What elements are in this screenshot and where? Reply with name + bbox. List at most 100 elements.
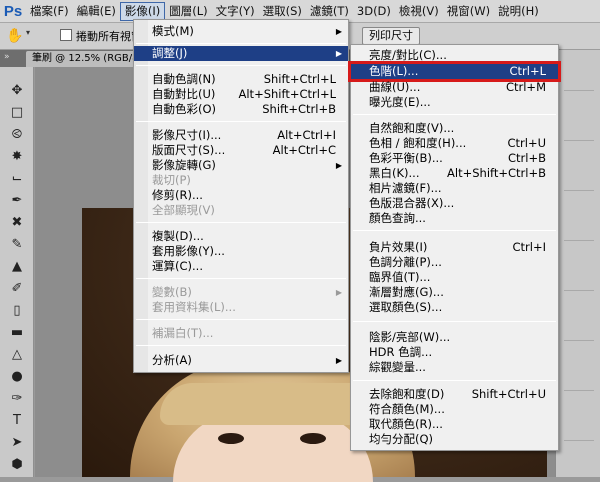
menu-item-label: 取代顏色(R)... bbox=[369, 417, 443, 431]
menu-item-color-balance[interactable]: 色彩平衡(B)... Ctrl+B bbox=[351, 151, 558, 166]
clone-stamp-tool-icon[interactable]: ▲ bbox=[6, 257, 28, 277]
menu-item-levels[interactable]: 色階(L)... Ctrl+L bbox=[348, 61, 561, 82]
menu-separator bbox=[353, 230, 556, 231]
menu-item-label: 臨界值(T)... bbox=[369, 270, 431, 284]
menu-item-vibrance[interactable]: 自然飽和度(V)... bbox=[351, 121, 558, 136]
menu-help[interactable]: 說明(H) bbox=[494, 2, 543, 21]
menu-item-label: 運算(C)... bbox=[152, 259, 203, 273]
crop-tool-icon[interactable]: ⌙ bbox=[6, 169, 28, 189]
menu-item-label: 綜觀變量... bbox=[369, 360, 426, 374]
menu-item-analysis[interactable]: 分析(A) ▶ bbox=[134, 353, 348, 368]
menu-item-auto-tone[interactable]: 自動色調(N) Shift+Ctrl+L bbox=[134, 72, 348, 87]
submenu-arrow-icon: ▶ bbox=[335, 161, 342, 170]
menu-item-duplicate[interactable]: 複製(D)... bbox=[134, 229, 348, 244]
type-tool-icon[interactable]: T bbox=[6, 411, 28, 431]
menu-item-label: 負片效果(I) bbox=[369, 240, 428, 254]
menu-item-replace-color[interactable]: 取代顏色(R)... bbox=[351, 417, 558, 432]
menu-item-label: 色版混合器(X)... bbox=[369, 196, 455, 210]
menu-item-equalize[interactable]: 均勻分配(Q) bbox=[351, 432, 558, 447]
eraser-tool-icon[interactable]: ▯ bbox=[6, 301, 28, 321]
menu-separator bbox=[136, 65, 346, 66]
scroll-all-windows-checkbox[interactable] bbox=[60, 29, 72, 41]
menu-item-image-rotation[interactable]: 影像旋轉(G) ▶ bbox=[134, 158, 348, 173]
menu-item-label: 陰影/亮部(W)... bbox=[369, 330, 451, 344]
menu-item-label: 套用影像(Y)... bbox=[152, 244, 225, 258]
menu-item-black-white[interactable]: 黑白(K)... Alt+Shift+Ctrl+B bbox=[351, 166, 558, 181]
menu-separator bbox=[136, 345, 346, 346]
menu-item-adjustments[interactable]: 調整(J) ▶ bbox=[134, 46, 348, 61]
menu-item-apply-data-set: 套用資料集(L)... bbox=[134, 300, 348, 315]
menu-item-variations[interactable]: 綜觀變量... bbox=[351, 360, 558, 375]
menu-item-exposure[interactable]: 曝光度(E)... bbox=[351, 95, 558, 110]
menu-item-shortcut: Shift+Ctrl+U bbox=[471, 387, 546, 401]
menu-item-reveal-all: 全部顯現(V) bbox=[134, 203, 348, 218]
document-tab[interactable]: 筆刷 @ 12.5% (RGB/8) bbox=[26, 51, 136, 67]
menu-item-calculations[interactable]: 運算(C)... bbox=[134, 259, 348, 274]
menu-item-threshold[interactable]: 臨界值(T)... bbox=[351, 270, 558, 285]
healing-brush-tool-icon[interactable]: ✖ bbox=[6, 213, 28, 233]
menu-edit[interactable]: 編輯(E) bbox=[73, 2, 120, 21]
menu-item-shortcut: Alt+Shift+Ctrl+L bbox=[238, 87, 337, 101]
print-size-button[interactable]: 列印尺寸 bbox=[362, 27, 420, 45]
menu-item-canvas-size[interactable]: 版面尺寸(S)... Alt+Ctrl+C bbox=[134, 143, 348, 158]
menu-item-invert[interactable]: 負片效果(I) Ctrl+I bbox=[351, 240, 558, 255]
menu-image[interactable]: 影像(I) bbox=[119, 1, 166, 21]
menu-item-auto-color[interactable]: 自動色彩(O) Shift+Ctrl+B bbox=[134, 102, 348, 117]
menu-select[interactable]: 選取(S) bbox=[259, 2, 306, 21]
menu-filter[interactable]: 濾鏡(T) bbox=[306, 2, 353, 21]
blur-tool-icon[interactable]: △ bbox=[6, 345, 28, 365]
gradient-tool-icon[interactable]: ▬ bbox=[6, 323, 28, 343]
chevron-down-icon[interactable]: ▾ bbox=[26, 28, 30, 37]
menu-item-hdr-toning[interactable]: HDR 色調... bbox=[351, 345, 558, 360]
menu-item-label: 漸層對應(G)... bbox=[369, 285, 444, 299]
hand-icon[interactable]: ✋ bbox=[4, 26, 26, 46]
menu-item-color-lookup[interactable]: 顏色查詢... bbox=[351, 211, 558, 226]
menu-separator bbox=[353, 380, 556, 381]
menu-item-label: 自動色調(N) bbox=[152, 72, 216, 86]
collapse-panel-icon[interactable]: » bbox=[4, 52, 10, 62]
menu-layer[interactable]: 圖層(L) bbox=[165, 2, 211, 21]
menu-item-label: 自然飽和度(V)... bbox=[369, 121, 455, 135]
dodge-tool-icon[interactable]: ● bbox=[6, 367, 28, 387]
history-brush-tool-icon[interactable]: ✐ bbox=[6, 279, 28, 299]
path-selection-tool-icon[interactable]: ➤ bbox=[6, 433, 28, 453]
menu-item-label: 自動對比(U) bbox=[152, 87, 216, 101]
menu-item-desaturate[interactable]: 去除飽和度(D) Shift+Ctrl+U bbox=[351, 387, 558, 402]
menu-window[interactable]: 視窗(W) bbox=[443, 2, 494, 21]
shape-tool-icon[interactable]: ⬢ bbox=[6, 455, 28, 475]
menu-item-label: 選取顏色(S)... bbox=[369, 300, 443, 314]
menu-item-gradient-map[interactable]: 漸層對應(G)... bbox=[351, 285, 558, 300]
move-tool-icon[interactable]: ✥ bbox=[6, 81, 28, 101]
menu-item-label: 均勻分配(Q) bbox=[369, 432, 434, 446]
eyedropper-tool-icon[interactable]: ✒ bbox=[6, 191, 28, 211]
menu-item-trim[interactable]: 修剪(R)... bbox=[134, 188, 348, 203]
magic-wand-tool-icon[interactable]: ✸ bbox=[6, 147, 28, 167]
menu-item-auto-contrast[interactable]: 自動對比(U) Alt+Shift+Ctrl+L bbox=[134, 87, 348, 102]
menu-type[interactable]: 文字(Y) bbox=[212, 2, 259, 21]
submenu-arrow-icon: ▶ bbox=[335, 49, 342, 58]
pen-tool-icon[interactable]: ✑ bbox=[6, 389, 28, 409]
photo-left-eye bbox=[218, 433, 244, 444]
marquee-tool-icon[interactable]: □ bbox=[6, 103, 28, 123]
menu-item-brightness-contrast[interactable]: 亮度/對比(C)... bbox=[351, 48, 558, 63]
menu-3d[interactable]: 3D(D) bbox=[353, 2, 395, 21]
image-menu: 模式(M) ▶ 調整(J) ▶ 自動色調(N) Shift+Ctrl+L 自動對比(U… bbox=[133, 19, 349, 373]
menu-item-apply-image[interactable]: 套用影像(Y)... bbox=[134, 244, 348, 259]
menu-item-match-color[interactable]: 符合顏色(M)... bbox=[351, 402, 558, 417]
menu-item-image-size[interactable]: 影像尺寸(I)... Alt+Ctrl+I bbox=[134, 128, 348, 143]
menu-item-mode[interactable]: 模式(M) ▶ bbox=[134, 24, 348, 39]
brush-tool-icon[interactable]: ✎ bbox=[6, 235, 28, 255]
menu-item-shadows-highlights[interactable]: 陰影/亮部(W)... bbox=[351, 330, 558, 345]
menu-item-hue-saturation[interactable]: 色相 / 飽和度(H)... Ctrl+U bbox=[351, 136, 558, 151]
menu-item-photo-filter[interactable]: 相片濾鏡(F)... bbox=[351, 181, 558, 196]
menu-file[interactable]: 檔案(F) bbox=[26, 2, 73, 21]
menu-view[interactable]: 檢視(V) bbox=[395, 2, 443, 21]
menu-item-posterize[interactable]: 色調分離(P)... bbox=[351, 255, 558, 270]
submenu-arrow-icon: ▶ bbox=[335, 356, 342, 365]
menu-item-channel-mixer[interactable]: 色版混合器(X)... bbox=[351, 196, 558, 211]
lasso-tool-icon[interactable]: ⧀ bbox=[6, 125, 28, 145]
menu-item-selective-color[interactable]: 選取顏色(S)... bbox=[351, 300, 558, 315]
menu-item-curves[interactable]: 曲線(U)... Ctrl+M bbox=[351, 80, 558, 95]
menu-item-label: 曝光度(E)... bbox=[369, 95, 431, 109]
submenu-arrow-icon: ▶ bbox=[335, 27, 342, 36]
